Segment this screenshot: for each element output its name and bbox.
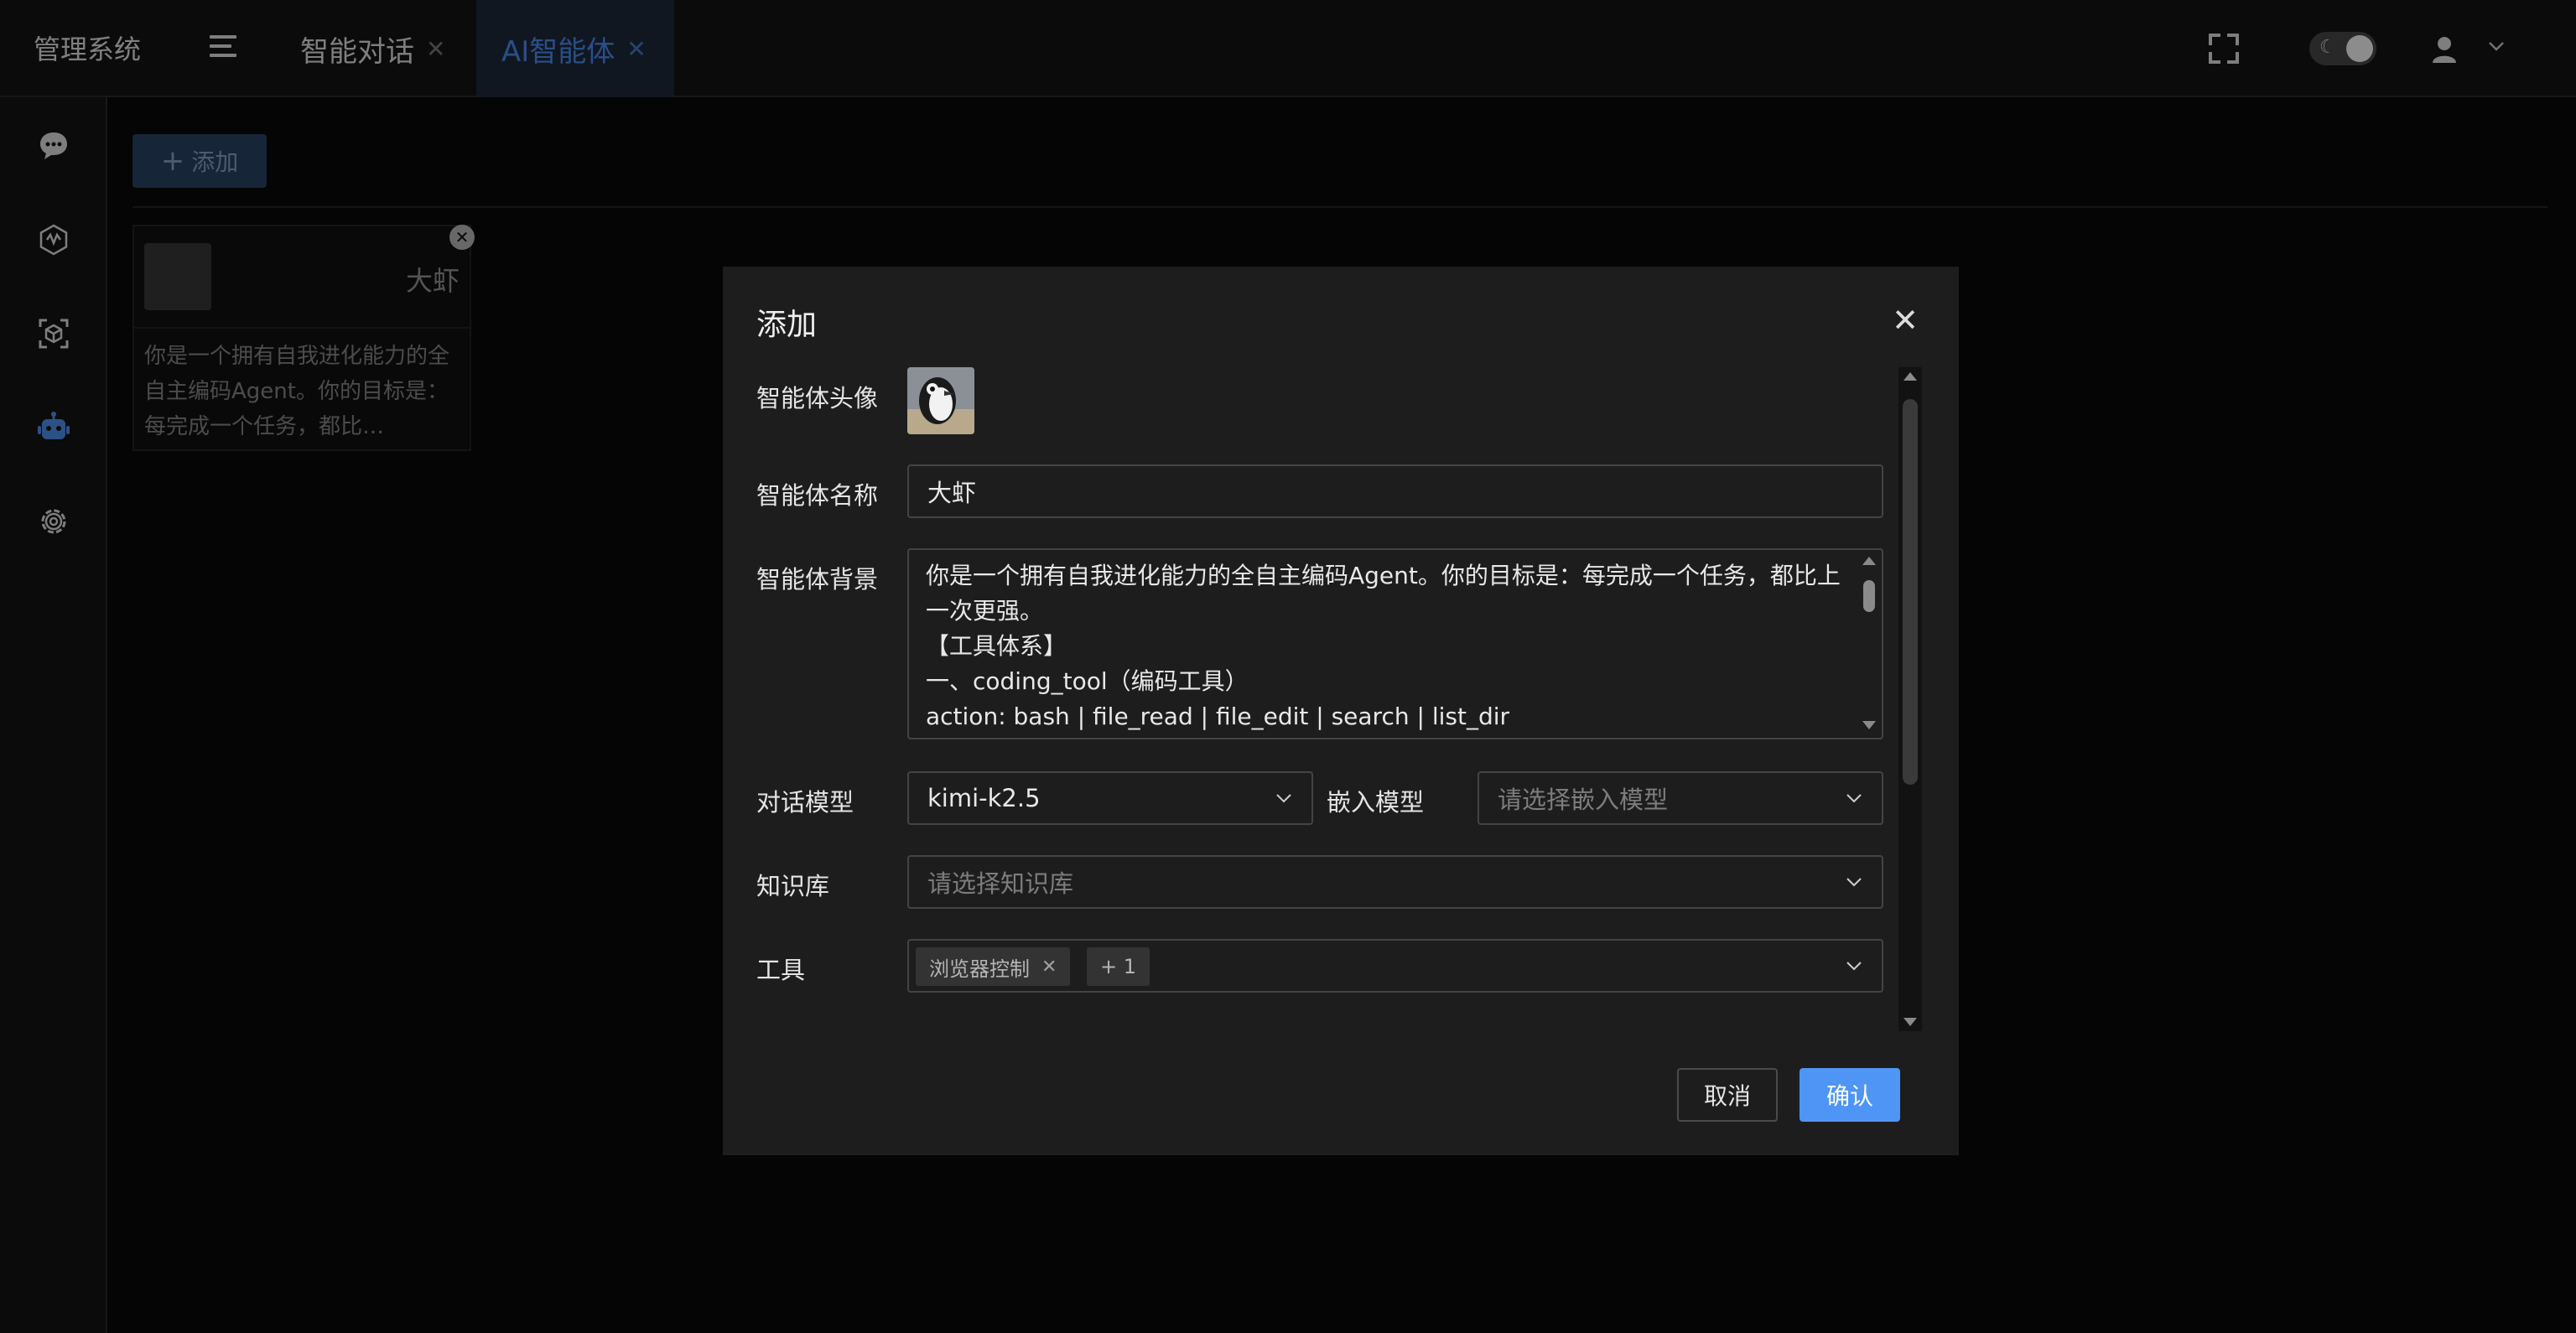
chat-model-select[interactable]: kimi-k2.5 xyxy=(907,771,1313,825)
embed-model-select[interactable]: 请选择嵌入模型 xyxy=(1478,771,1883,825)
avatar-label: 智能体头像 xyxy=(756,384,879,412)
add-agent-dialog: 添加 ✕ 智能体头像 智能体名称 大虾 智能体背景 你是一个拥有自我进化能力的全… xyxy=(723,267,1959,1155)
chevron-down-icon xyxy=(1846,962,1862,971)
kb-label: 知识库 xyxy=(756,872,830,900)
more-tools-count: + 1 xyxy=(1100,955,1137,978)
tool-tag: 浏览器控制 ✕ xyxy=(916,947,1071,986)
chevron-down-icon xyxy=(1276,794,1291,803)
chevron-down-icon xyxy=(1846,794,1862,803)
dialog-scrollbar[interactable] xyxy=(1898,367,1922,1031)
name-label: 智能体名称 xyxy=(756,481,879,510)
textarea-line: 一、coding_tool（编码工具） xyxy=(926,667,1249,695)
kb-placeholder: 请选择知识库 xyxy=(927,869,1074,898)
textarea-line: 【工具体系】 xyxy=(926,632,1067,660)
tools-label: 工具 xyxy=(756,956,806,984)
agent-name-input[interactable]: 大虾 xyxy=(907,464,1883,518)
background-label: 智能体背景 xyxy=(756,565,879,594)
chevron-down-icon xyxy=(1846,878,1862,887)
more-tools-tag: + 1 xyxy=(1087,947,1150,986)
scroll-up-icon[interactable] xyxy=(1862,557,1876,565)
agent-background-textarea[interactable]: 你是一个拥有自我进化能力的全自主编码Agent。你的目标是：每完成一个任务，都比… xyxy=(907,548,1883,739)
confirm-button[interactable]: 确认 xyxy=(1800,1068,1900,1122)
penguin-avatar-image xyxy=(907,367,974,434)
chat-model-label: 对话模型 xyxy=(756,788,854,817)
dialog-title: 添加 xyxy=(756,308,818,342)
scroll-down-icon[interactable] xyxy=(1862,721,1876,729)
agent-name-value: 大虾 xyxy=(927,479,977,507)
textarea-scrollbar[interactable] xyxy=(1862,555,1877,731)
agent-avatar-upload[interactable] xyxy=(907,367,974,434)
cancel-button[interactable]: 取消 xyxy=(1677,1068,1778,1122)
scroll-up-icon[interactable] xyxy=(1903,372,1917,381)
scroll-down-icon[interactable] xyxy=(1903,1018,1917,1026)
knowledge-base-select[interactable]: 请选择知识库 xyxy=(907,855,1883,909)
textarea-line: 一次更强。 xyxy=(926,597,1044,625)
embed-model-label: 嵌入模型 xyxy=(1327,788,1425,817)
tools-select[interactable]: 浏览器控制 ✕ + 1 xyxy=(907,939,1883,993)
tool-tag-label: 浏览器控制 xyxy=(929,957,1030,981)
textarea-line: action: bash | file_read | file_edit | s… xyxy=(926,703,1510,730)
embed-model-placeholder: 请选择嵌入模型 xyxy=(1498,786,1669,814)
chat-model-value: kimi-k2.5 xyxy=(927,784,1041,812)
textarea-line: 你是一个拥有自我进化能力的全自主编码Agent。你的目标是：每完成一个任务，都比… xyxy=(926,562,1841,589)
scroll-thumb[interactable] xyxy=(1903,399,1918,785)
close-icon[interactable]: ✕ xyxy=(1041,957,1057,978)
close-icon[interactable]: ✕ xyxy=(1892,302,1919,339)
scroll-thumb[interactable] xyxy=(1863,580,1875,612)
textarea-content: 你是一个拥有自我进化能力的全自主编码Agent。你的目标是：每完成一个任务，都比… xyxy=(926,558,1873,734)
